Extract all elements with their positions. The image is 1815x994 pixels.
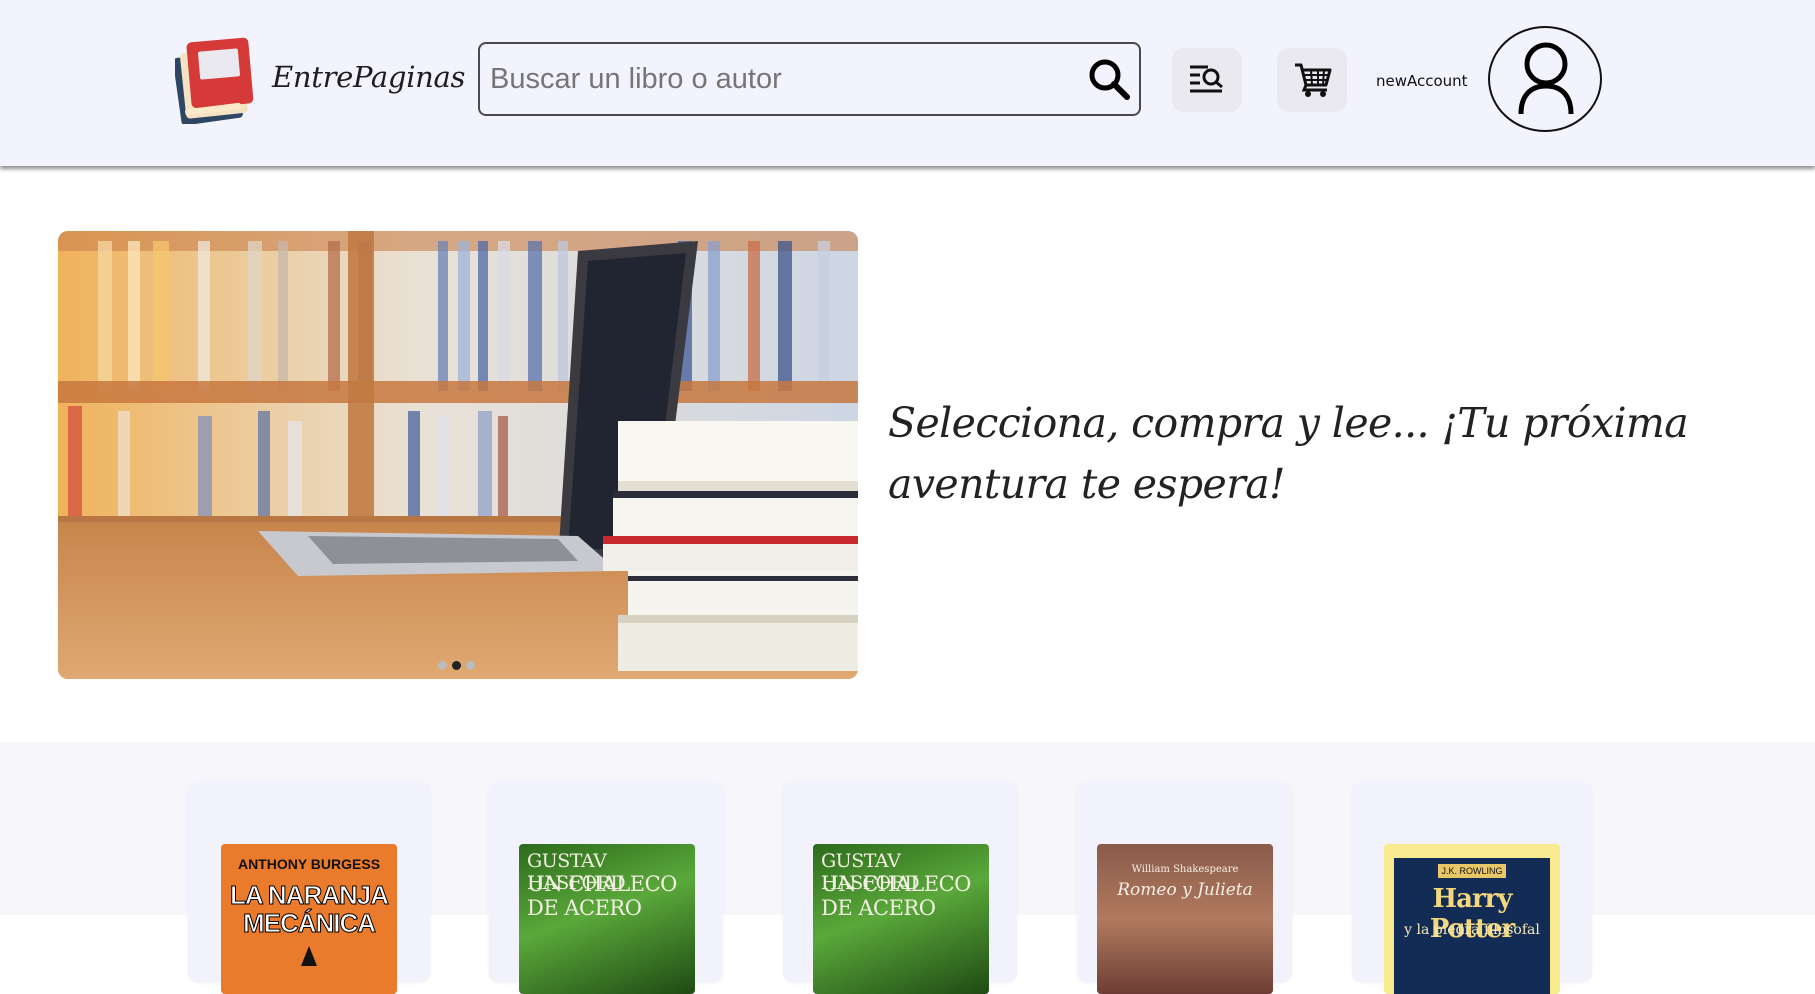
search-input[interactable] bbox=[490, 52, 1050, 106]
book-title-line: Romeo y Julieta bbox=[1117, 880, 1253, 900]
book-author: ANTHONY BURGESS bbox=[237, 856, 381, 872]
advanced-search-button[interactable] bbox=[1172, 48, 1242, 112]
top-header: EntrePaginas newAccoun bbox=[0, 0, 1815, 166]
cart-button[interactable] bbox=[1277, 48, 1347, 112]
search-box[interactable] bbox=[478, 42, 1141, 116]
hero-carousel-image[interactable] bbox=[58, 231, 858, 679]
logo-text[interactable]: EntrePaginas bbox=[272, 60, 465, 94]
new-account-link[interactable]: newAccount bbox=[1376, 72, 1468, 90]
library-laptop-books-image bbox=[58, 231, 858, 679]
book-card[interactable]: William Shakespeare Romeo y Julieta bbox=[1077, 782, 1292, 994]
book-title-line: DE ACERO bbox=[821, 896, 936, 920]
cart-icon bbox=[1295, 63, 1332, 97]
book-author: William Shakespeare bbox=[1131, 864, 1239, 875]
book-catalog: ANTHONY BURGESS LA NARANJA MECÁNICA GUST… bbox=[0, 742, 1815, 994]
book-title-line: UN CHALECO bbox=[821, 872, 971, 896]
book-card[interactable]: ANTHONY BURGESS LA NARANJA MECÁNICA bbox=[188, 782, 430, 994]
book-cover-un-chaleco-de-acero[interactable]: GUSTAV HASFORD UN CHALECO DE ACERO bbox=[519, 844, 695, 994]
book-title-line: UN CHALECO bbox=[527, 872, 677, 896]
logo-books-icon[interactable] bbox=[175, 36, 255, 124]
book-card[interactable]: GUSTAV HASFORD UN CHALECO DE ACERO bbox=[783, 782, 1017, 994]
book-author: J.K. ROWLING bbox=[1438, 864, 1506, 878]
book-title-line: LA NARANJA bbox=[229, 880, 389, 911]
carousel-dot-1[interactable] bbox=[438, 661, 447, 670]
user-icon bbox=[1518, 42, 1574, 115]
user-avatar-button[interactable] bbox=[1488, 26, 1602, 132]
book-cover-la-naranja-mecanica[interactable]: ANTHONY BURGESS LA NARANJA MECÁNICA bbox=[221, 844, 397, 994]
book-title-line: y la piedra filosofal bbox=[1404, 922, 1540, 938]
book-cover-un-chaleco-de-acero[interactable]: GUSTAV HASFORD UN CHALECO DE ACERO bbox=[813, 844, 989, 994]
book-title-line: DE ACERO bbox=[527, 896, 642, 920]
book-cover-romeo-y-julieta[interactable]: William Shakespeare Romeo y Julieta bbox=[1097, 844, 1273, 994]
hero-tagline: Selecciona, compra y lee... ¡Tu próxima … bbox=[888, 399, 1689, 508]
book-title-line: MECÁNICA bbox=[242, 908, 376, 939]
filter-search-icon bbox=[1190, 65, 1223, 93]
cover-inner-panel: J.K. ROWLING Harry Potter y la piedra fi… bbox=[1394, 858, 1550, 994]
carousel-dot-2[interactable] bbox=[452, 661, 461, 670]
search-icon[interactable] bbox=[1087, 57, 1131, 101]
cover-figure-icon bbox=[301, 946, 317, 966]
book-card[interactable]: J.K. ROWLING Harry Potter y la piedra fi… bbox=[1352, 782, 1592, 994]
book-cover-harry-potter[interactable]: J.K. ROWLING Harry Potter y la piedra fi… bbox=[1384, 844, 1560, 994]
book-card[interactable]: GUSTAV HASFORD UN CHALECO DE ACERO bbox=[489, 782, 723, 994]
carousel-dot-3[interactable] bbox=[466, 661, 475, 670]
